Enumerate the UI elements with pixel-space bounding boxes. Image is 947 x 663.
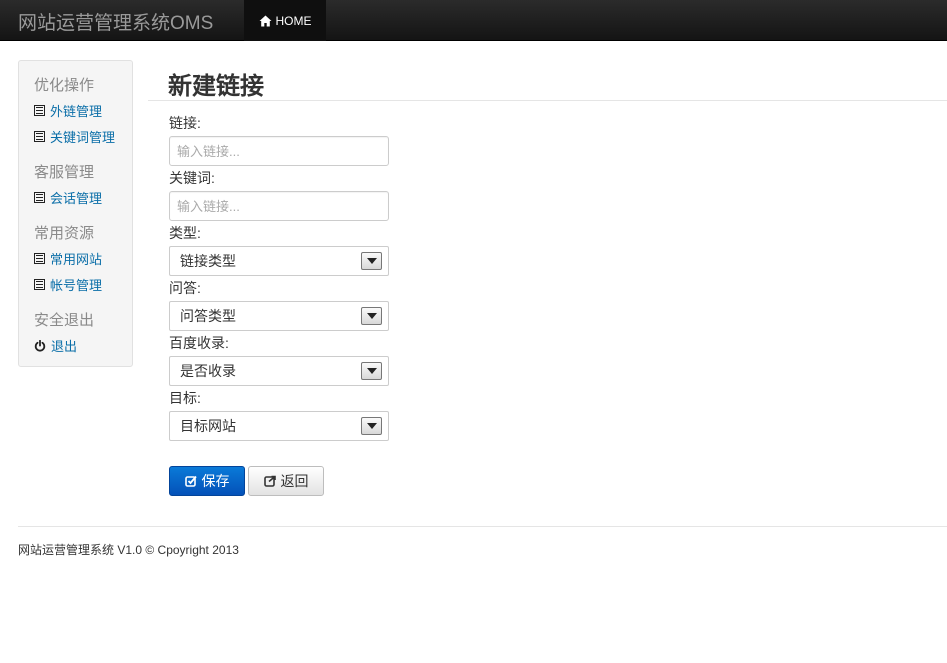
sidebar-item-external-links[interactable]: 外链管理: [34, 101, 102, 120]
sidebar-item-label: 会话管理: [50, 191, 103, 206]
home-icon: [259, 15, 271, 26]
sidebar-item-label: 退出: [51, 339, 78, 354]
brand-title[interactable]: 网站运营管理系统OMS: [18, 8, 213, 35]
target-label: 目标:: [169, 390, 201, 406]
dropdown-arrow-icon[interactable]: [361, 417, 382, 435]
dropdown-arrow-icon[interactable]: [361, 362, 382, 380]
back-button-label: 返回: [280, 473, 309, 489]
sidebar-header-resources: 常用资源: [34, 225, 95, 242]
title-divider: [148, 100, 947, 101]
baidu-index-select-value: 是否收录: [180, 363, 236, 379]
power-icon: [34, 339, 46, 352]
edit-check-icon: [184, 475, 197, 487]
qa-select[interactable]: 问答类型: [169, 301, 389, 331]
keyword-label: 关键词:: [169, 170, 215, 186]
sidebar-header-logout: 安全退出: [34, 312, 95, 329]
target-select[interactable]: 目标网站: [169, 411, 389, 441]
sidebar-item-label: 常用网站: [50, 252, 103, 267]
qa-label: 问答:: [169, 280, 201, 296]
sidebar-item-label: 关键词管理: [50, 130, 116, 145]
target-select-value: 目标网站: [180, 418, 236, 434]
list-icon: [34, 253, 45, 264]
save-button-label: 保存: [201, 473, 230, 489]
baidu-index-select[interactable]: 是否收录: [169, 356, 389, 386]
baidu-index-label: 百度收录:: [169, 335, 229, 351]
list-icon: [34, 105, 45, 116]
link-input[interactable]: [169, 136, 389, 166]
sidebar-item-label: 外链管理: [50, 104, 103, 119]
list-icon: [34, 131, 45, 142]
sidebar-item-keywords[interactable]: 关键词管理: [34, 127, 115, 146]
dropdown-arrow-icon[interactable]: [361, 307, 382, 325]
list-icon: [34, 279, 45, 290]
nav-home-link[interactable]: HOME: [244, 0, 326, 41]
top-navbar: 网站运营管理系统OMS HOME: [0, 0, 947, 41]
sidebar-item-sessions[interactable]: 会话管理: [34, 188, 102, 207]
sidebar-header-customer-service: 客服管理: [34, 164, 95, 181]
nav-home-label: HOME: [275, 13, 312, 28]
sidebar-item-common-sites[interactable]: 常用网站: [34, 249, 102, 268]
type-select-value: 链接类型: [180, 253, 236, 269]
footer-copyright: 网站运营管理系统 V1.0 © Cpoyright 2013: [18, 543, 239, 557]
link-label: 链接:: [169, 115, 201, 131]
save-button[interactable]: 保存: [169, 466, 245, 496]
sidebar: 优化操作 外链管理 关键词管理 客服管理 会话管理 常用资源 常用网站 帐号管理…: [18, 60, 133, 367]
sidebar-item-logout[interactable]: 退出: [34, 336, 77, 355]
qa-select-value: 问答类型: [180, 308, 236, 324]
dropdown-arrow-icon[interactable]: [361, 252, 382, 270]
type-label: 类型:: [169, 225, 201, 241]
page-title: 新建链接: [168, 73, 264, 100]
type-select[interactable]: 链接类型: [169, 246, 389, 276]
list-icon: [34, 192, 45, 203]
footer-divider: [18, 526, 947, 527]
sidebar-header-optimize: 优化操作: [34, 77, 95, 94]
share-back-icon: [263, 475, 276, 487]
keyword-input[interactable]: [169, 191, 389, 221]
sidebar-item-accounts[interactable]: 帐号管理: [34, 275, 102, 294]
back-button[interactable]: 返回: [248, 466, 324, 496]
sidebar-item-label: 帐号管理: [50, 278, 103, 293]
